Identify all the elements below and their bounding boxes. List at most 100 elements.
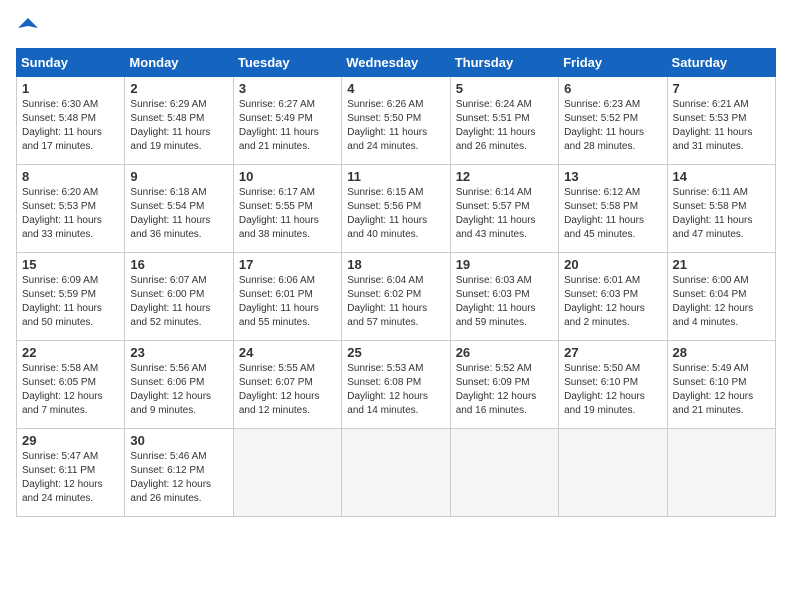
day-info: Sunrise: 6:01 AMSunset: 6:03 PMDaylight:…: [564, 274, 661, 330]
day-info: Sunrise: 5:50 AMSunset: 6:10 PMDaylight:…: [564, 362, 661, 418]
calendar-cell: 5 Sunrise: 6:24 AMSunset: 5:51 PMDayligh…: [450, 77, 558, 165]
calendar-cell: 14 Sunrise: 6:11 AMSunset: 5:58 PMDaylig…: [667, 165, 775, 253]
calendar-cell: 16 Sunrise: 6:07 AMSunset: 6:00 PMDaylig…: [125, 253, 233, 341]
calendar-cell: 28 Sunrise: 5:49 AMSunset: 6:10 PMDaylig…: [667, 341, 775, 429]
day-number: 12: [456, 169, 553, 184]
day-number: 5: [456, 81, 553, 96]
col-header-monday: Monday: [125, 49, 233, 77]
col-header-sunday: Sunday: [17, 49, 125, 77]
day-info: Sunrise: 5:58 AMSunset: 6:05 PMDaylight:…: [22, 362, 119, 418]
col-header-tuesday: Tuesday: [233, 49, 341, 77]
col-header-saturday: Saturday: [667, 49, 775, 77]
day-number: 10: [239, 169, 336, 184]
day-number: 22: [22, 345, 119, 360]
day-number: 6: [564, 81, 661, 96]
day-info: Sunrise: 6:27 AMSunset: 5:49 PMDaylight:…: [239, 98, 336, 154]
week-row-5: 29 Sunrise: 5:47 AMSunset: 6:11 PMDaylig…: [17, 429, 776, 517]
calendar-cell: 1 Sunrise: 6:30 AMSunset: 5:48 PMDayligh…: [17, 77, 125, 165]
day-info: Sunrise: 6:30 AMSunset: 5:48 PMDaylight:…: [22, 98, 119, 154]
day-number: 8: [22, 169, 119, 184]
calendar-cell: 20 Sunrise: 6:01 AMSunset: 6:03 PMDaylig…: [559, 253, 667, 341]
calendar-cell: 27 Sunrise: 5:50 AMSunset: 6:10 PMDaylig…: [559, 341, 667, 429]
week-row-3: 15 Sunrise: 6:09 AMSunset: 5:59 PMDaylig…: [17, 253, 776, 341]
calendar-cell: 2 Sunrise: 6:29 AMSunset: 5:48 PMDayligh…: [125, 77, 233, 165]
week-row-4: 22 Sunrise: 5:58 AMSunset: 6:05 PMDaylig…: [17, 341, 776, 429]
col-header-friday: Friday: [559, 49, 667, 77]
logo-icon: [16, 16, 40, 40]
day-number: 11: [347, 169, 444, 184]
day-number: 2: [130, 81, 227, 96]
day-info: Sunrise: 6:06 AMSunset: 6:01 PMDaylight:…: [239, 274, 336, 330]
day-info: Sunrise: 6:20 AMSunset: 5:53 PMDaylight:…: [22, 186, 119, 242]
calendar-cell: 17 Sunrise: 6:06 AMSunset: 6:01 PMDaylig…: [233, 253, 341, 341]
calendar-cell: 19 Sunrise: 6:03 AMSunset: 6:03 PMDaylig…: [450, 253, 558, 341]
calendar-cell: 12 Sunrise: 6:14 AMSunset: 5:57 PMDaylig…: [450, 165, 558, 253]
day-number: 29: [22, 433, 119, 448]
calendar-table: SundayMondayTuesdayWednesdayThursdayFrid…: [16, 48, 776, 517]
day-number: 24: [239, 345, 336, 360]
day-info: Sunrise: 6:12 AMSunset: 5:58 PMDaylight:…: [564, 186, 661, 242]
calendar-cell: [450, 429, 558, 517]
day-number: 7: [673, 81, 770, 96]
calendar-cell: [342, 429, 450, 517]
calendar-cell: 6 Sunrise: 6:23 AMSunset: 5:52 PMDayligh…: [559, 77, 667, 165]
calendar-cell: 15 Sunrise: 6:09 AMSunset: 5:59 PMDaylig…: [17, 253, 125, 341]
day-info: Sunrise: 5:55 AMSunset: 6:07 PMDaylight:…: [239, 362, 336, 418]
header: [16, 16, 776, 40]
day-number: 26: [456, 345, 553, 360]
day-number: 20: [564, 257, 661, 272]
day-info: Sunrise: 6:04 AMSunset: 6:02 PMDaylight:…: [347, 274, 444, 330]
day-number: 30: [130, 433, 227, 448]
day-info: Sunrise: 6:03 AMSunset: 6:03 PMDaylight:…: [456, 274, 553, 330]
col-header-wednesday: Wednesday: [342, 49, 450, 77]
day-number: 9: [130, 169, 227, 184]
day-number: 28: [673, 345, 770, 360]
day-number: 23: [130, 345, 227, 360]
day-number: 16: [130, 257, 227, 272]
calendar-cell: 8 Sunrise: 6:20 AMSunset: 5:53 PMDayligh…: [17, 165, 125, 253]
day-info: Sunrise: 5:56 AMSunset: 6:06 PMDaylight:…: [130, 362, 227, 418]
week-row-1: 1 Sunrise: 6:30 AMSunset: 5:48 PMDayligh…: [17, 77, 776, 165]
calendar-cell: 4 Sunrise: 6:26 AMSunset: 5:50 PMDayligh…: [342, 77, 450, 165]
day-info: Sunrise: 5:47 AMSunset: 6:11 PMDaylight:…: [22, 450, 119, 506]
day-number: 17: [239, 257, 336, 272]
day-info: Sunrise: 5:46 AMSunset: 6:12 PMDaylight:…: [130, 450, 227, 506]
day-number: 14: [673, 169, 770, 184]
calendar-cell: [233, 429, 341, 517]
day-info: Sunrise: 6:24 AMSunset: 5:51 PMDaylight:…: [456, 98, 553, 154]
day-info: Sunrise: 6:17 AMSunset: 5:55 PMDaylight:…: [239, 186, 336, 242]
col-header-thursday: Thursday: [450, 49, 558, 77]
calendar-cell: 11 Sunrise: 6:15 AMSunset: 5:56 PMDaylig…: [342, 165, 450, 253]
day-info: Sunrise: 6:21 AMSunset: 5:53 PMDaylight:…: [673, 98, 770, 154]
calendar-cell: 3 Sunrise: 6:27 AMSunset: 5:49 PMDayligh…: [233, 77, 341, 165]
day-info: Sunrise: 6:29 AMSunset: 5:48 PMDaylight:…: [130, 98, 227, 154]
week-row-2: 8 Sunrise: 6:20 AMSunset: 5:53 PMDayligh…: [17, 165, 776, 253]
calendar-cell: 10 Sunrise: 6:17 AMSunset: 5:55 PMDaylig…: [233, 165, 341, 253]
header-row: SundayMondayTuesdayWednesdayThursdayFrid…: [17, 49, 776, 77]
calendar-cell: 24 Sunrise: 5:55 AMSunset: 6:07 PMDaylig…: [233, 341, 341, 429]
calendar-cell: 29 Sunrise: 5:47 AMSunset: 6:11 PMDaylig…: [17, 429, 125, 517]
day-info: Sunrise: 5:53 AMSunset: 6:08 PMDaylight:…: [347, 362, 444, 418]
day-info: Sunrise: 6:00 AMSunset: 6:04 PMDaylight:…: [673, 274, 770, 330]
calendar-cell: [559, 429, 667, 517]
calendar-cell: 23 Sunrise: 5:56 AMSunset: 6:06 PMDaylig…: [125, 341, 233, 429]
day-info: Sunrise: 6:15 AMSunset: 5:56 PMDaylight:…: [347, 186, 444, 242]
calendar-cell: 26 Sunrise: 5:52 AMSunset: 6:09 PMDaylig…: [450, 341, 558, 429]
day-number: 3: [239, 81, 336, 96]
calendar-cell: 13 Sunrise: 6:12 AMSunset: 5:58 PMDaylig…: [559, 165, 667, 253]
calendar-cell: 18 Sunrise: 6:04 AMSunset: 6:02 PMDaylig…: [342, 253, 450, 341]
day-info: Sunrise: 5:52 AMSunset: 6:09 PMDaylight:…: [456, 362, 553, 418]
calendar-cell: 30 Sunrise: 5:46 AMSunset: 6:12 PMDaylig…: [125, 429, 233, 517]
day-info: Sunrise: 6:09 AMSunset: 5:59 PMDaylight:…: [22, 274, 119, 330]
day-info: Sunrise: 6:26 AMSunset: 5:50 PMDaylight:…: [347, 98, 444, 154]
day-number: 21: [673, 257, 770, 272]
day-number: 27: [564, 345, 661, 360]
day-info: Sunrise: 6:14 AMSunset: 5:57 PMDaylight:…: [456, 186, 553, 242]
day-number: 4: [347, 81, 444, 96]
day-number: 25: [347, 345, 444, 360]
calendar-cell: 22 Sunrise: 5:58 AMSunset: 6:05 PMDaylig…: [17, 341, 125, 429]
day-number: 13: [564, 169, 661, 184]
day-info: Sunrise: 6:07 AMSunset: 6:00 PMDaylight:…: [130, 274, 227, 330]
logo: [16, 16, 44, 40]
calendar-cell: [667, 429, 775, 517]
